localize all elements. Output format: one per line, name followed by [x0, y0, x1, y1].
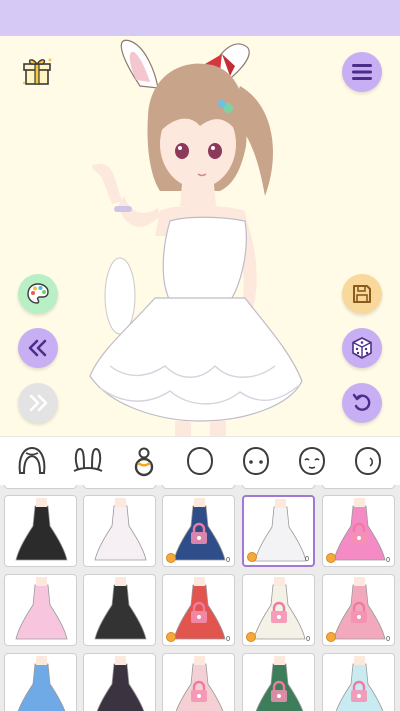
lock-icon	[346, 521, 372, 547]
outfit-thumbnail	[323, 485, 395, 489]
lock-icon	[186, 679, 212, 705]
outfit-thumbnail	[84, 485, 156, 489]
status-bar	[0, 0, 400, 36]
save-button[interactable]	[342, 274, 382, 314]
bunny-ears-icon	[70, 443, 106, 479]
tab-outfit[interactable]	[122, 439, 166, 483]
outfit-tile[interactable]: 0	[242, 574, 315, 646]
coin-price: 0	[226, 485, 230, 486]
outfit-tile[interactable]: 0	[322, 495, 395, 567]
outfit-tile[interactable]: 0	[162, 485, 235, 489]
coin-icon	[166, 553, 176, 563]
outfit-tile[interactable]	[83, 485, 156, 489]
outfit-tile[interactable]: 0	[322, 574, 395, 646]
outfit-tile[interactable]: 0	[322, 485, 395, 489]
hamburger-menu-icon	[351, 63, 373, 81]
face-smile-icon	[294, 443, 330, 479]
menu-button[interactable]	[342, 52, 382, 92]
coin-icon	[246, 632, 256, 642]
lock-icon	[186, 521, 212, 547]
outfit-tile[interactable]	[4, 485, 77, 489]
outfit-tile[interactable]	[83, 574, 156, 646]
tab-face-1[interactable]	[178, 439, 222, 483]
outfit-thumbnail	[15, 498, 68, 561]
outfit-thumbnail	[15, 577, 68, 640]
outfit-tile[interactable]: 0	[162, 574, 235, 646]
hair-icon	[14, 443, 50, 479]
outfit-tile[interactable]	[4, 653, 77, 711]
outfit-thumbnail	[94, 498, 147, 561]
coin-price: 0	[386, 485, 390, 486]
palette-icon	[26, 282, 50, 306]
outfit-thumbnail	[163, 485, 235, 489]
double-chevron-left-icon	[27, 339, 49, 357]
lock-icon	[346, 679, 372, 705]
face-side-icon	[350, 443, 386, 479]
coin-icon	[326, 632, 336, 642]
coin-price: 0	[386, 636, 390, 643]
outfit-tile[interactable]	[83, 653, 156, 711]
face-eyes-icon	[238, 443, 274, 479]
undo-button[interactable]	[342, 383, 382, 423]
outfit-thumbnail	[94, 577, 147, 640]
lock-icon	[266, 679, 292, 705]
outfit-tile[interactable]: 0	[322, 653, 395, 711]
lock-icon	[346, 600, 372, 626]
coin-icon	[326, 553, 336, 563]
coin-price: 0	[306, 485, 310, 486]
double-chevron-right-icon	[27, 394, 49, 412]
coin-price: 0	[386, 557, 390, 564]
tab-face-4[interactable]	[346, 439, 390, 483]
face-icon	[182, 443, 218, 479]
previous-button[interactable]	[18, 328, 58, 368]
outfit-tile[interactable]	[4, 495, 77, 567]
coin-icon	[166, 632, 176, 642]
outfit-grid: 000000000000	[0, 485, 400, 711]
body-outfit-icon	[126, 443, 162, 479]
outfit-thumbnail	[96, 656, 145, 711]
lock-icon	[266, 600, 292, 626]
character-stage	[0, 36, 400, 436]
coin-price: 0	[226, 557, 230, 564]
coin-price: 0	[226, 636, 230, 643]
floppy-disk-icon	[351, 283, 373, 305]
outfit-tile[interactable]: 0	[242, 495, 315, 567]
character-illustration	[89, 39, 303, 436]
lock-icon	[186, 600, 212, 626]
coin-price: 0	[306, 636, 310, 643]
outfit-thumbnail	[17, 656, 66, 711]
palette-button[interactable]	[18, 274, 58, 314]
coin-price: 0	[305, 556, 309, 563]
category-tabs	[0, 437, 400, 485]
tab-face-2[interactable]	[234, 439, 278, 483]
outfit-tile[interactable]	[4, 574, 77, 646]
random-button[interactable]	[342, 328, 382, 368]
tab-face-3[interactable]	[290, 439, 334, 483]
tab-hair[interactable]	[10, 439, 54, 483]
undo-arrow-icon	[351, 392, 373, 414]
next-button[interactable]	[18, 383, 58, 423]
outfit-tile[interactable]: 0	[242, 485, 315, 489]
gift-icon[interactable]	[20, 54, 54, 88]
outfit-thumbnail	[5, 485, 77, 489]
dice-icon	[350, 336, 374, 360]
outfit-tile[interactable]: 0	[162, 495, 235, 567]
outfit-tile[interactable]: 0	[162, 653, 235, 711]
outfit-tile[interactable]	[83, 495, 156, 567]
tab-accessory[interactable]	[66, 439, 110, 483]
outfit-tile[interactable]: 0	[242, 653, 315, 711]
coin-icon	[247, 552, 257, 562]
outfit-thumbnail	[243, 485, 315, 489]
